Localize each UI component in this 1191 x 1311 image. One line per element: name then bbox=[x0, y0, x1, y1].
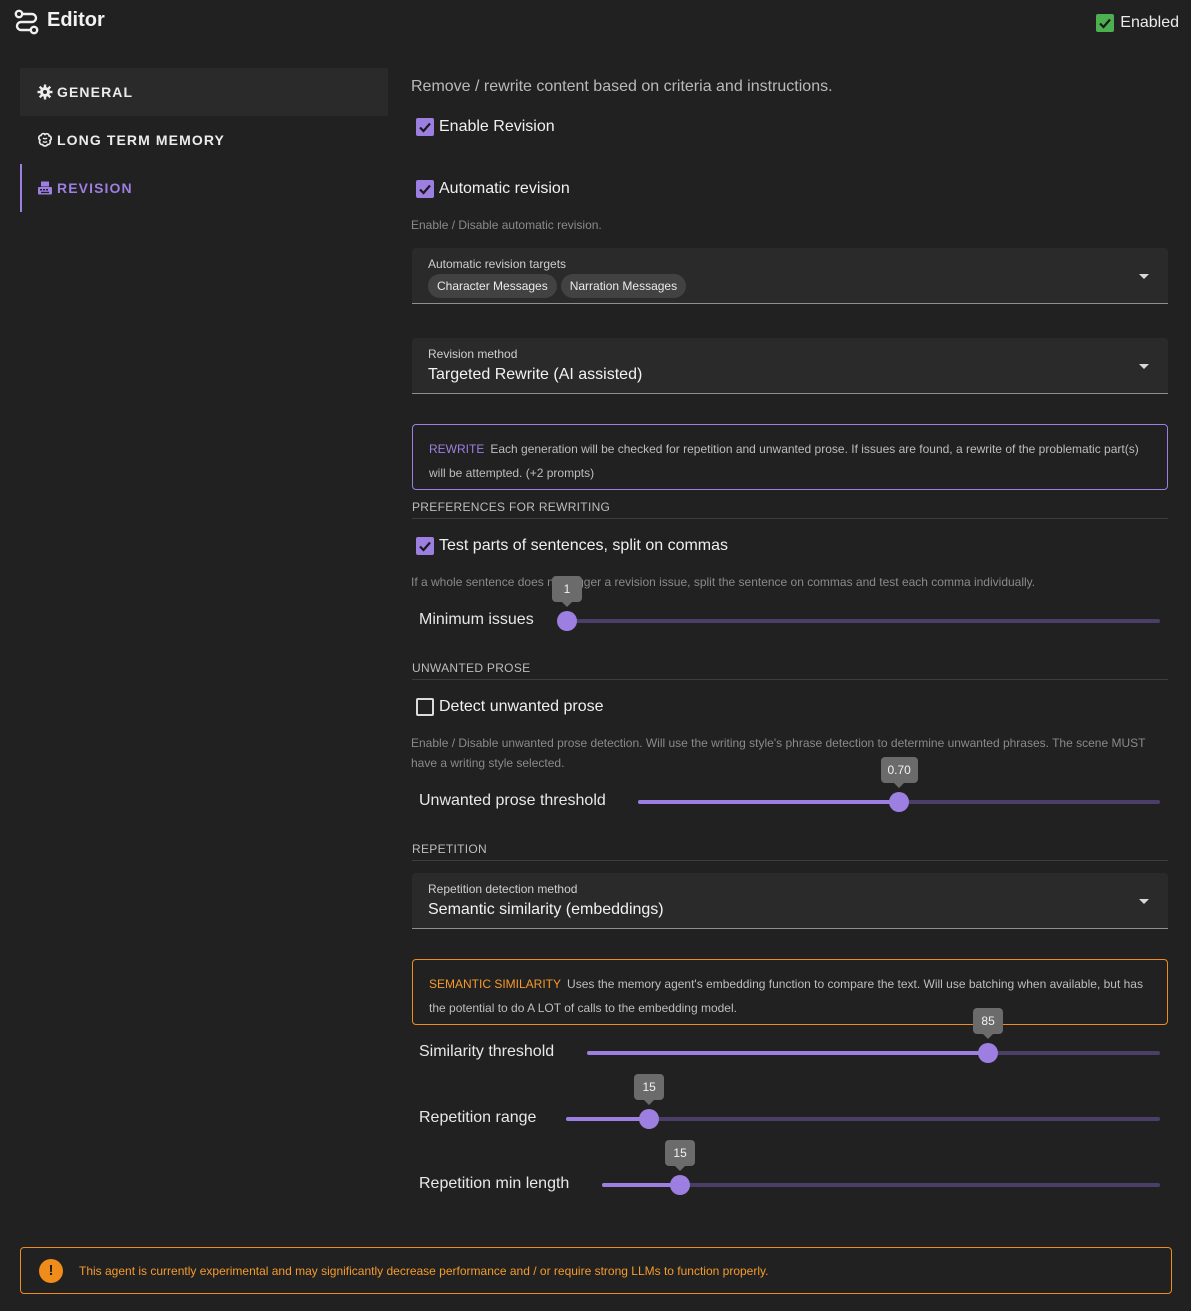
sidebar-item-general[interactable]: GENERAL bbox=[20, 68, 388, 116]
revision-targets-select[interactable]: Automatic revision targets Character Mes… bbox=[412, 248, 1168, 304]
checkbox-empty-icon bbox=[416, 698, 434, 716]
select-value: Targeted Rewrite (AI assisted) bbox=[428, 366, 643, 383]
chevron-down-icon bbox=[1139, 274, 1149, 279]
slider-fill bbox=[587, 1051, 989, 1055]
enabled-label: Enabled bbox=[1120, 14, 1179, 31]
check-icon bbox=[416, 180, 434, 198]
detect-unwanted-prose-hint: Enable / Disable unwanted prose detectio… bbox=[411, 736, 1146, 770]
split-commas-label: Test parts of sentences, split on commas bbox=[439, 537, 729, 554]
revision-method-select[interactable]: Revision method Targeted Rewrite (AI ass… bbox=[412, 338, 1168, 394]
slider-thumb[interactable] bbox=[639, 1109, 660, 1129]
automatic-revision-label: Automatic revision bbox=[439, 180, 570, 197]
page-title: Editor bbox=[47, 9, 105, 31]
slider-track[interactable] bbox=[567, 619, 1160, 623]
section-heading-unwanted-prose: UNWANTED PROSE bbox=[412, 661, 1168, 680]
slider-fill bbox=[638, 800, 899, 804]
alert-text: Each generation will be checked for repe… bbox=[429, 442, 1139, 480]
brain-icon bbox=[37, 132, 53, 147]
slider-fill bbox=[566, 1117, 650, 1121]
sidebar-item-revision[interactable]: REVISION bbox=[20, 164, 388, 212]
slider-thumb[interactable] bbox=[557, 611, 577, 631]
chip-narration-messages[interactable]: Narration Messages bbox=[560, 274, 687, 298]
editor-logo-icon bbox=[14, 9, 39, 35]
chevron-down-icon bbox=[1139, 899, 1149, 904]
min-issues-label: Minimum issues bbox=[419, 611, 534, 628]
sidebar-item-label: GENERAL bbox=[57, 84, 134, 100]
enable-revision-checkbox[interactable]: Enable Revision bbox=[416, 118, 555, 136]
slider-thumb[interactable] bbox=[978, 1043, 999, 1063]
alert-tag: SEMANTIC SIMILARITY bbox=[429, 977, 562, 991]
alert-tag: REWRITE bbox=[429, 442, 485, 456]
section-heading-preferences: PREFERENCES FOR REWRITING bbox=[412, 500, 1168, 519]
slider-value-bubble: 0.70 bbox=[880, 757, 918, 788]
repetition-range-label: Repetition range bbox=[419, 1109, 537, 1126]
rewrite-info-alert: REWRITE Each generation will be checked f… bbox=[412, 424, 1168, 490]
enable-revision-label: Enable Revision bbox=[439, 118, 555, 135]
sidebar-item-label: REVISION bbox=[57, 180, 133, 196]
automatic-revision-hint: Enable / Disable automatic revision. bbox=[411, 218, 602, 232]
exclamation-icon: ! bbox=[39, 1258, 63, 1283]
similarity-threshold-label: Similarity threshold bbox=[419, 1043, 555, 1060]
agent-description: Remove / rewrite content based on criter… bbox=[411, 78, 833, 95]
check-icon bbox=[416, 537, 434, 555]
slider-thumb[interactable] bbox=[670, 1175, 691, 1195]
semantic-similarity-alert: SEMANTIC SIMILARITY Uses the memory agent… bbox=[412, 959, 1168, 1025]
sidebar-item-label: LONG TERM MEMORY bbox=[57, 132, 225, 148]
split-commas-hint: If a whole sentence does not trigger a r… bbox=[411, 575, 1036, 589]
slider-thumb[interactable] bbox=[889, 792, 909, 812]
section-heading-repetition: REPETITION bbox=[412, 842, 1168, 861]
chip-character-messages[interactable]: Character Messages bbox=[428, 274, 557, 298]
typewriter-icon bbox=[38, 181, 52, 195]
warning-text: This agent is currently experimental and… bbox=[79, 1263, 769, 1278]
repetition-min-length-label: Repetition min length bbox=[419, 1175, 570, 1192]
check-icon bbox=[1096, 14, 1115, 32]
slider-value-bubble: 15 bbox=[634, 1074, 665, 1105]
split-commas-checkbox[interactable]: Test parts of sentences, split on commas bbox=[416, 537, 728, 555]
gear-icon bbox=[37, 84, 53, 100]
enabled-checkbox[interactable]: Enabled bbox=[1096, 14, 1179, 32]
repetition-method-select[interactable]: Repetition detection method Semantic sim… bbox=[412, 873, 1168, 929]
detect-unwanted-prose-label: Detect unwanted prose bbox=[439, 698, 604, 715]
unwanted-prose-threshold-label: Unwanted prose threshold bbox=[419, 792, 606, 809]
select-label: Automatic revision targets bbox=[428, 257, 567, 271]
select-label: Revision method bbox=[428, 347, 518, 361]
select-value: Semantic similarity (embeddings) bbox=[428, 901, 664, 918]
experimental-warning-alert: ! This agent is currently experimental a… bbox=[20, 1247, 1172, 1294]
slider-fill bbox=[602, 1183, 681, 1187]
slider-value-bubble: 85 bbox=[973, 1008, 1004, 1039]
chip-list: Character Messages Narration Messages bbox=[428, 274, 690, 298]
slider-value-bubble: 15 bbox=[665, 1140, 696, 1171]
automatic-revision-checkbox[interactable]: Automatic revision bbox=[416, 180, 570, 198]
check-icon bbox=[416, 118, 434, 136]
sidebar-item-long-term-memory[interactable]: LONG TERM MEMORY bbox=[20, 116, 388, 164]
detect-unwanted-prose-checkbox[interactable]: Detect unwanted prose bbox=[416, 698, 604, 716]
chevron-down-icon bbox=[1139, 364, 1149, 369]
slider-value-bubble: 1 bbox=[552, 576, 582, 607]
select-label: Repetition detection method bbox=[428, 882, 578, 896]
